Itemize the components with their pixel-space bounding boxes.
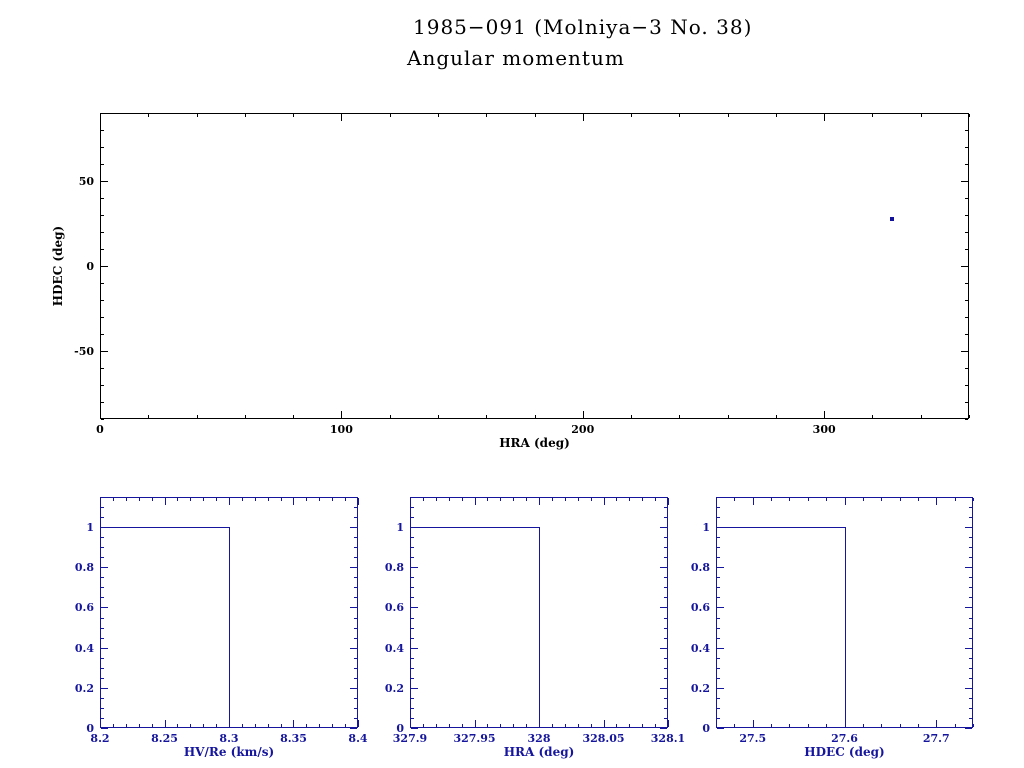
figure-title-line1: 1985−091 (Molniya−3 No. 38) — [413, 15, 753, 39]
y-tick-label: 1 — [702, 521, 710, 535]
y-tick-label: 0.2 — [74, 681, 94, 695]
x-tick-label: 27.5 — [739, 732, 767, 745]
plot-border — [716, 497, 973, 728]
y-tick-label: 0 — [702, 722, 710, 735]
y-tick-label: -50 — [74, 345, 94, 358]
y-tick-label: 0.8 — [74, 561, 94, 575]
x-tick-label: 100 — [329, 423, 353, 436]
x-tick-label: 200 — [571, 423, 595, 436]
x-axis-label: HV/Re (km/s) — [183, 745, 275, 759]
x-axis-label: HRA (deg) — [503, 745, 575, 759]
plot-frame — [100, 497, 359, 729]
histogram-hra: 327.9 327.95 328 328.05 328.1 0 0.2 0.4 0.6 0.8 1 H… — [385, 497, 685, 759]
plot-border — [100, 113, 969, 419]
data-point — [889, 217, 894, 222]
histogram-step-line — [410, 527, 540, 728]
y-tick-label: 0.2 — [384, 681, 404, 695]
figure-page: 1985−091 (Molniya−3 No. 38) Angular mome… — [0, 0, 1024, 768]
y-tick-label: 0.4 — [74, 641, 94, 655]
y-tick-label: 1 — [396, 521, 404, 535]
y-tick-label: 0.4 — [690, 641, 710, 655]
x-axis-label: HRA (deg) — [499, 436, 570, 450]
y-tick-label: 50 — [78, 175, 94, 188]
plot-frame — [716, 497, 974, 729]
y-tick-label: 0.6 — [74, 601, 94, 615]
y-tick-label: 0.6 — [690, 601, 710, 615]
y-tick-label: 0.4 — [384, 641, 404, 655]
y-tick-label: 1 — [86, 521, 94, 535]
y-tick-label: 0.6 — [384, 601, 404, 615]
y-tick-label: 0 — [86, 260, 94, 273]
histogram-step-line — [100, 527, 230, 728]
histogram-hvre: 8.2 8.25 8.3 8.35 8.4 0 0.2 0.4 0.6 0.8 1 HV/Re (km… — [75, 497, 368, 759]
y-tick-label: 0 — [86, 722, 94, 735]
x-tick-label: 27.6 — [831, 732, 858, 745]
y-tick-label: 0.8 — [690, 561, 710, 575]
x-axis-label: HDEC (deg) — [804, 745, 885, 759]
histogram-hdec: 27.5 27.6 27.7 0 0.2 0.4 0.6 0.8 1 HDEC (deg) — [691, 497, 974, 759]
y-tick-label: 0 — [396, 722, 404, 735]
x-tick-label: 300 — [812, 423, 836, 436]
x-tick-label: 0 — [96, 423, 104, 436]
histogram-step-line — [716, 527, 846, 728]
y-tick-label: 0.8 — [384, 561, 404, 575]
plot-frame — [100, 113, 970, 420]
x-tick-label: 27.7 — [922, 732, 950, 745]
y-tick-label: 0.2 — [690, 681, 710, 695]
main-scatter-plot: 0 100 200 300 -50 0 50 HRA (deg) HDEC (deg) — [51, 113, 970, 450]
plot-frame — [410, 497, 669, 729]
y-axis-label: HDEC (deg) — [51, 225, 65, 307]
figure-title-line2: Angular momentum — [407, 46, 625, 70]
